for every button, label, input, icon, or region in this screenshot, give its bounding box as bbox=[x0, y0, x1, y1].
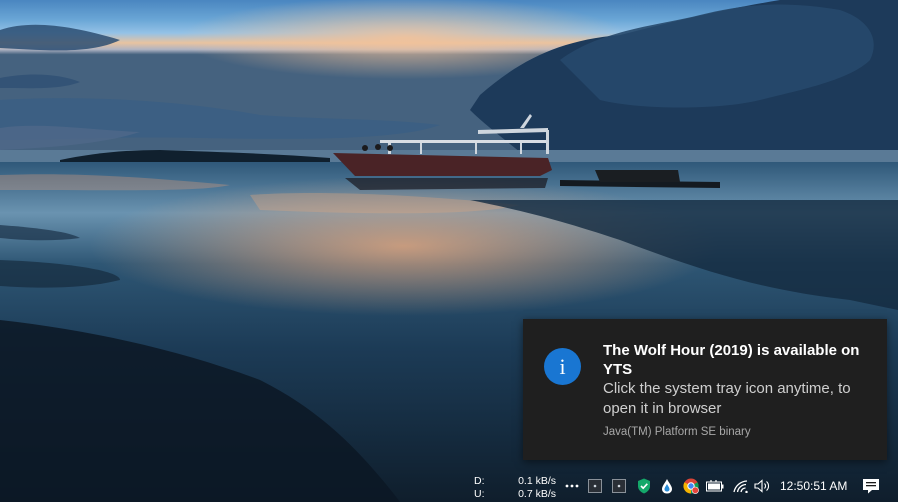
water-drop-icon[interactable] bbox=[659, 478, 675, 494]
download-label: D: bbox=[474, 475, 485, 487]
download-value: 0.1 kB/s bbox=[518, 475, 556, 487]
wifi-icon[interactable] bbox=[733, 478, 749, 494]
network-meter[interactable]: D: 0.1 kB/s U: 0.7 kB/s bbox=[474, 475, 556, 501]
tray-app-icon[interactable] bbox=[587, 478, 603, 494]
notification-title: The Wolf Hour (2019) is available on YTS bbox=[603, 342, 860, 378]
upload-value: 0.7 kB/s bbox=[518, 488, 556, 500]
battery-icon[interactable] bbox=[706, 478, 724, 494]
tray-app-icon[interactable] bbox=[611, 478, 627, 494]
more-options-icon[interactable] bbox=[564, 478, 580, 494]
upload-label: U: bbox=[474, 488, 485, 500]
desktop: i The Wolf Hour (2019) is available on Y… bbox=[0, 0, 898, 502]
taskbar-clock[interactable]: 12:50:51 AM bbox=[780, 479, 847, 493]
notification-icon[interactable] bbox=[862, 478, 880, 494]
shield-check-icon[interactable] bbox=[636, 478, 652, 494]
notification-body: Click the system tray icon anytime, to o… bbox=[603, 380, 851, 417]
notification-attribution: Java(TM) Platform SE binary bbox=[603, 426, 751, 438]
chrome-icon[interactable] bbox=[683, 478, 699, 494]
toast-notification[interactable]: i The Wolf Hour (2019) is available on Y… bbox=[523, 319, 887, 460]
system-tray: D: 0.1 kB/s U: 0.7 kB/s 12:50:51 AM bbox=[0, 470, 898, 502]
info-icon: i bbox=[544, 348, 581, 385]
volume-icon[interactable] bbox=[754, 478, 770, 494]
